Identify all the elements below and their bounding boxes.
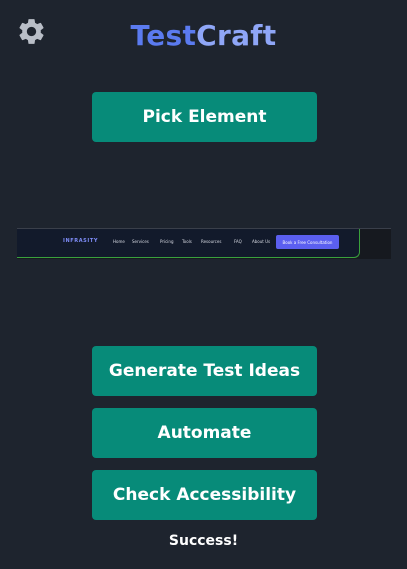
preview-nav-pricing: Pricing: [160, 239, 174, 244]
status-message: Success!: [168, 533, 239, 549]
app-title: TestCraft: [0, 16, 407, 56]
preview-nav-faq: FAQ: [234, 239, 242, 244]
preview-nav-tools: Tools: [182, 239, 192, 244]
selected-element-preview: INFRASITY Home Services Pricing Tools Re…: [17, 228, 391, 259]
preview-nav-home: Home: [113, 239, 125, 244]
preview-cta-button: Book a Free Consultation: [276, 235, 339, 249]
pick-element-button[interactable]: Pick Element: [92, 92, 317, 142]
app-title-part-2: Craft: [196, 19, 277, 52]
testcraft-panel: TestCraft Pick Element INFRASITY Home Se…: [0, 0, 407, 569]
preview-nav-resources: Resources: [201, 239, 222, 244]
preview-logo: INFRASITY: [63, 238, 99, 244]
check-accessibility-button[interactable]: Check Accessibility: [92, 470, 317, 520]
preview-nav-services: Services: [132, 239, 149, 244]
app-title-part-1: Test: [130, 19, 197, 52]
preview-navbar: INFRASITY Home Services Pricing Tools Re…: [17, 229, 360, 258]
generate-test-ideas-button[interactable]: Generate Test Ideas: [92, 346, 317, 396]
preview-nav-about: About Us: [252, 239, 271, 244]
automate-button[interactable]: Automate: [92, 408, 317, 458]
